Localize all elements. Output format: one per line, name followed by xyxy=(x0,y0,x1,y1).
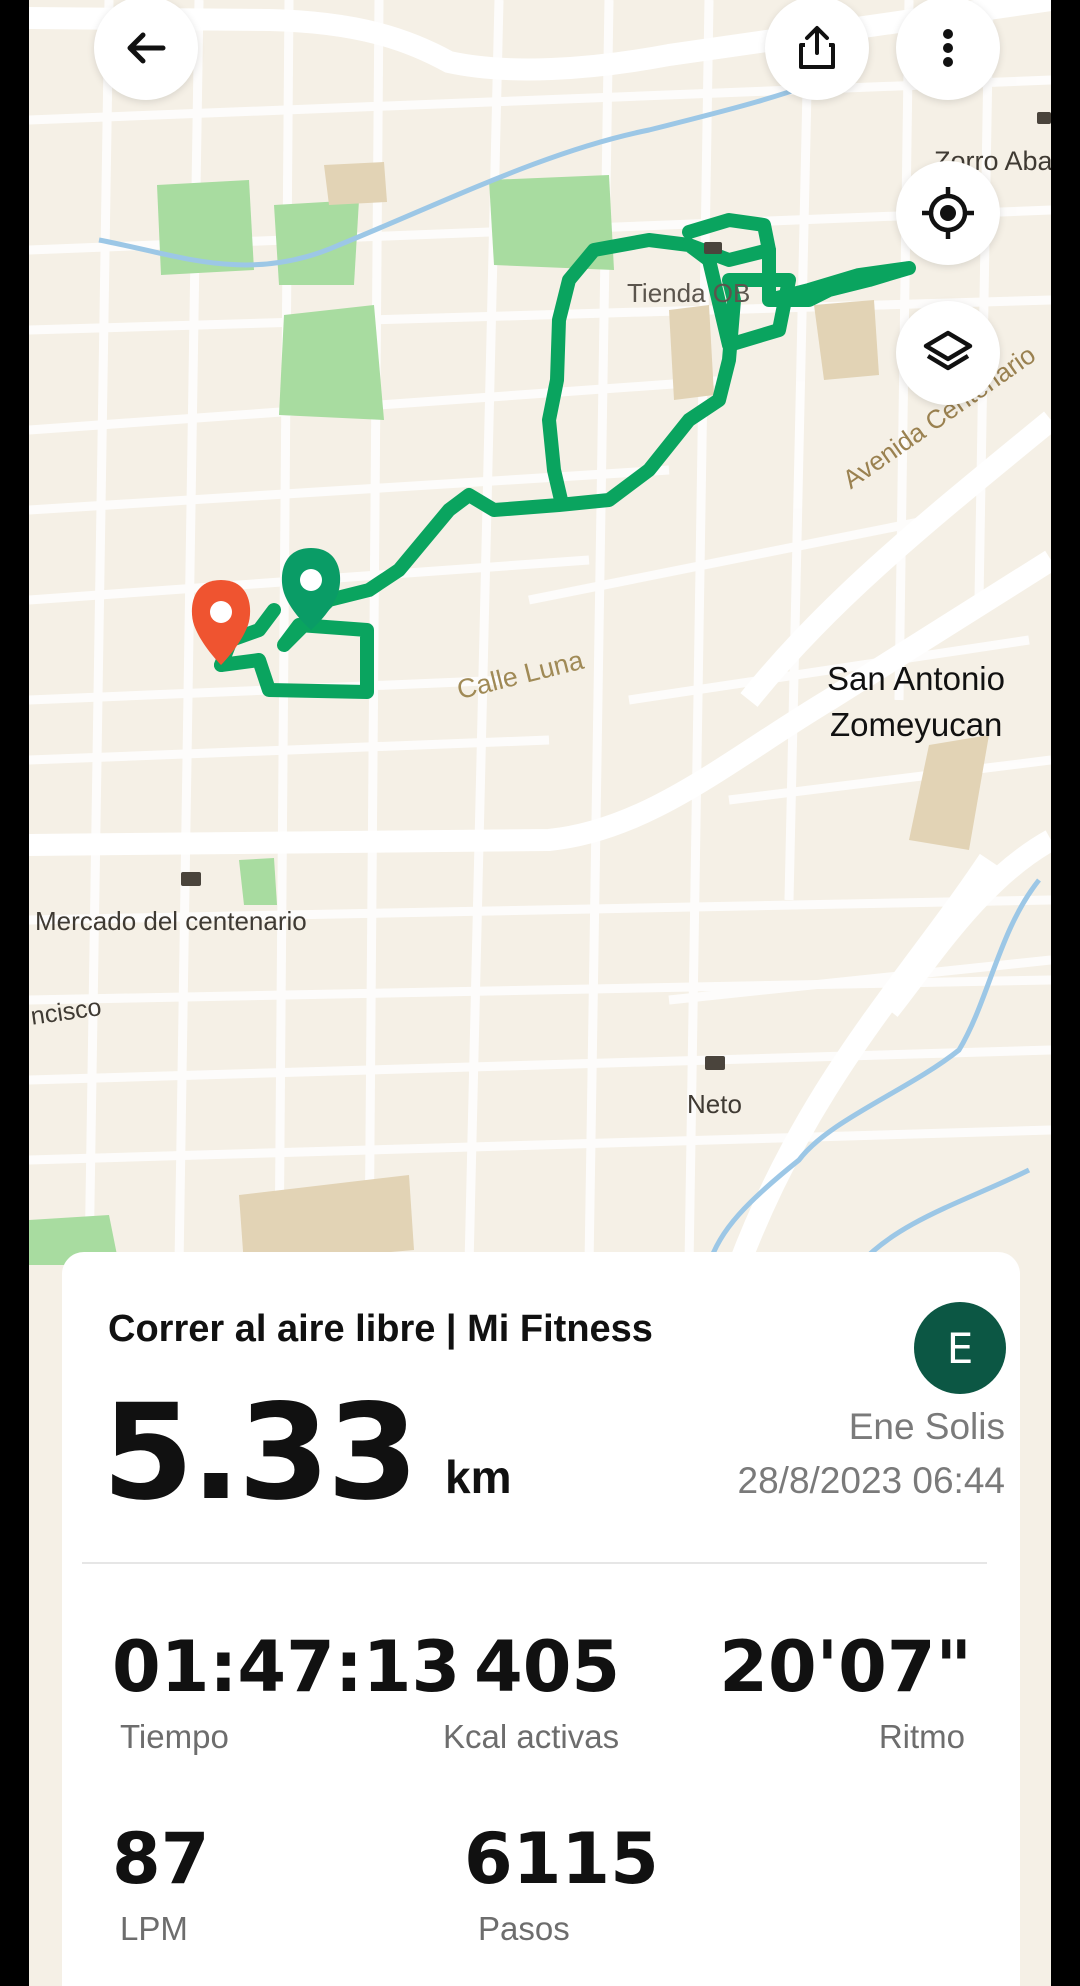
distance-unit: km xyxy=(445,1451,512,1503)
app-screen: Zorro Aba Tienda OB Avenida Centenario C… xyxy=(29,0,1051,1986)
layers-icon xyxy=(923,330,973,371)
map-label-zomeyucan: Zomeyucan xyxy=(830,706,1003,743)
map-label-mercado: Mercado del centenario xyxy=(35,906,307,936)
time-label: Tiempo xyxy=(120,1718,229,1755)
card-divider xyxy=(82,1562,987,1564)
kcal-label: Kcal activas xyxy=(443,1718,620,1755)
share-button[interactable] xyxy=(765,0,869,100)
time-value: 01:47:13 xyxy=(112,1626,461,1708)
kcal-value: 405 xyxy=(474,1626,621,1708)
more-options-button[interactable] xyxy=(896,0,1000,100)
share-icon xyxy=(799,26,835,69)
back-button[interactable] xyxy=(94,0,198,100)
workout-title: Correr al aire libre | Mi Fitness xyxy=(108,1308,653,1350)
pace-value: 20'07" xyxy=(719,1626,972,1708)
steps-value: 6115 xyxy=(464,1818,659,1900)
workout-summary-card: Correr al aire libre | Mi Fitness E 5.33… xyxy=(62,1252,1020,1986)
user-name: Ene Solis xyxy=(848,1406,1005,1447)
more-vertical-icon xyxy=(943,29,953,67)
distance-value: 5.33 xyxy=(102,1376,419,1530)
map-label-san-antonio: San Antonio xyxy=(827,660,1005,697)
bpm-value: 87 xyxy=(112,1818,210,1900)
arrow-left-icon xyxy=(127,32,166,64)
avatar[interactable]: E xyxy=(914,1302,1006,1394)
route-map[interactable]: Zorro Aba Tienda OB Avenida Centenario C… xyxy=(29,0,1051,1265)
steps-label: Pasos xyxy=(478,1910,570,1947)
avatar-initial: E xyxy=(946,1323,974,1373)
bpm-label: LPM xyxy=(120,1910,188,1947)
workout-datetime: 28/8/2023 06:44 xyxy=(737,1460,1005,1501)
map-canvas xyxy=(29,0,1051,1265)
gps-target-icon xyxy=(922,187,974,239)
map-label-tienda: Tienda OB xyxy=(627,278,751,308)
locate-button[interactable] xyxy=(896,161,1000,265)
pace-label: Ritmo xyxy=(878,1718,965,1755)
map-label-neto: Neto xyxy=(687,1089,742,1119)
map-layers-button[interactable] xyxy=(896,301,1000,405)
